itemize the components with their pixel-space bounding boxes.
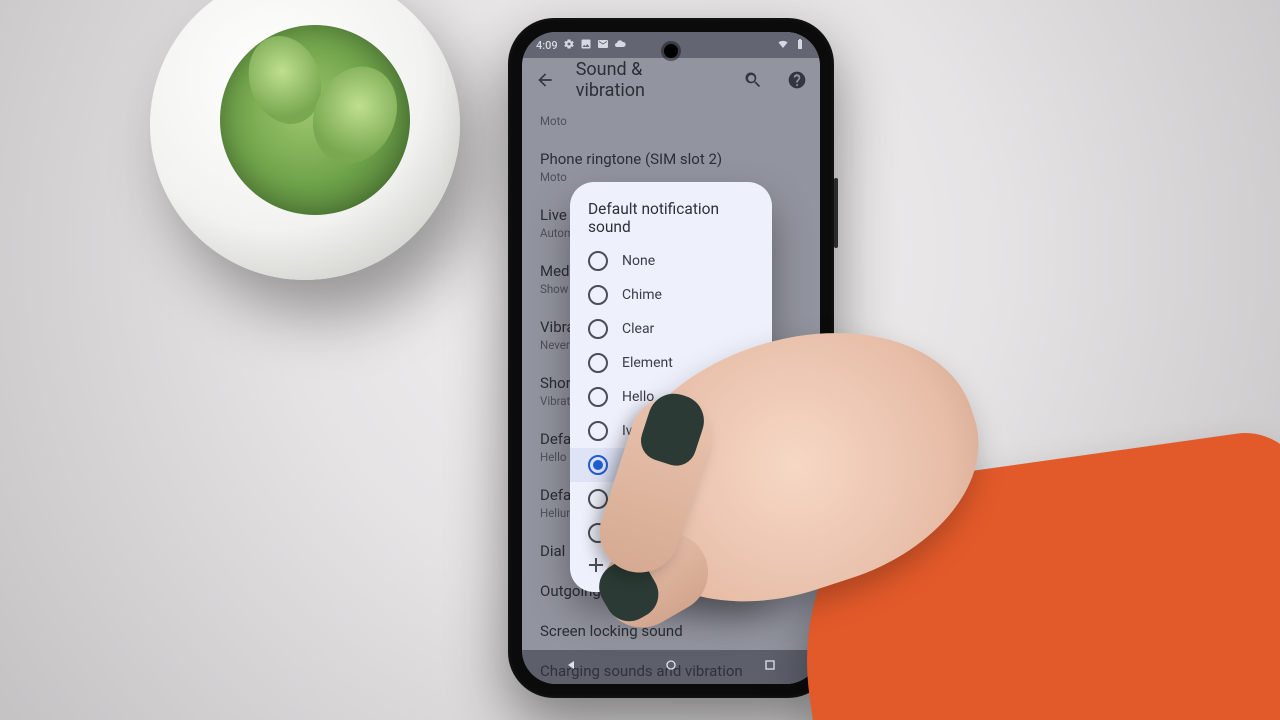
sound-option[interactable]: None — [570, 244, 772, 278]
image-icon — [580, 38, 592, 53]
cloud-icon — [614, 38, 626, 53]
succulent-plant — [220, 25, 410, 215]
radio-icon — [588, 455, 608, 475]
dialog-title: Default notification sound — [570, 200, 772, 244]
radio-icon — [588, 319, 608, 339]
nav-back-icon[interactable] — [564, 657, 580, 677]
system-nav-bar — [522, 650, 820, 684]
radio-icon — [588, 285, 608, 305]
radio-icon — [588, 421, 608, 441]
punch-hole-camera — [664, 44, 678, 58]
radio-icon — [588, 353, 608, 373]
nav-home-icon[interactable] — [663, 657, 679, 677]
battery-icon — [794, 38, 806, 53]
status-time: 4:09 — [536, 39, 558, 52]
sound-option-label: Clear — [622, 321, 654, 337]
mail-icon — [597, 38, 609, 53]
sound-option[interactable]: Clear — [570, 312, 772, 346]
sound-option[interactable]: Chime — [570, 278, 772, 312]
sound-option-label: None — [622, 253, 655, 269]
plus-icon — [588, 557, 604, 573]
radio-icon — [588, 251, 608, 271]
nav-recents-icon[interactable] — [762, 657, 778, 677]
wifi-icon — [777, 38, 789, 53]
radio-icon — [588, 387, 608, 407]
sound-option-label: Element — [622, 355, 673, 371]
sound-option-label: Chime — [622, 287, 662, 303]
gear-icon — [563, 38, 575, 53]
